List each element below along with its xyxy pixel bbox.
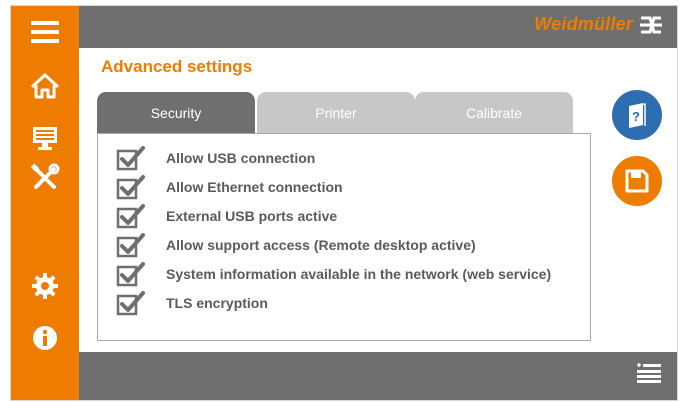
security-panel: Allow USB connection Allow Ethernet conn… — [97, 133, 591, 341]
tools-icon — [30, 163, 60, 189]
menu-button[interactable] — [11, 10, 79, 54]
tab-security[interactable]: Security — [97, 92, 255, 133]
help-icon: ? — [629, 103, 646, 128]
home-button[interactable] — [11, 64, 79, 108]
save-button[interactable] — [612, 156, 662, 206]
menu-icon — [31, 21, 59, 43]
bottom-bar — [79, 352, 677, 400]
option-label: Allow support access (Remote desktop act… — [166, 236, 476, 253]
checkbox-checked-icon[interactable] — [116, 145, 146, 171]
top-bar: Weidmüller — [79, 6, 677, 48]
option-row-support-access[interactable]: Allow support access (Remote desktop act… — [116, 230, 476, 259]
brand-name: Weidmüller — [534, 14, 633, 34]
settings-button[interactable] — [11, 264, 79, 308]
option-row-system-info[interactable]: System information available in the netw… — [116, 259, 551, 288]
checkbox-checked-icon[interactable] — [116, 174, 146, 200]
info-icon — [33, 326, 57, 350]
save-icon — [625, 169, 649, 193]
page-title: Advanced settings — [101, 57, 253, 76]
list-button[interactable] — [637, 362, 661, 389]
tab-calibrate[interactable]: Calibrate — [415, 92, 573, 133]
tools-button[interactable] — [11, 156, 79, 200]
checkbox-checked-icon[interactable] — [116, 203, 146, 229]
option-row-usb-ports[interactable]: External USB ports active — [116, 201, 337, 230]
option-row-tls[interactable]: TLS encryption — [116, 288, 268, 317]
option-row-ethernet[interactable]: Allow Ethernet connection — [116, 172, 343, 201]
checkbox-checked-icon[interactable] — [116, 261, 146, 287]
option-row-usb[interactable]: Allow USB connection — [116, 143, 315, 172]
option-label: External USB ports active — [166, 207, 338, 224]
gear-icon — [32, 273, 58, 299]
checkbox-checked-icon[interactable] — [116, 290, 146, 316]
app-window: Weidmüller Advanced settings Security Pr… — [10, 5, 678, 401]
help-button[interactable]: ? — [612, 90, 662, 140]
monitor-button[interactable] — [11, 116, 79, 160]
option-label: Allow Ethernet connection — [166, 178, 343, 195]
sidebar — [11, 6, 79, 400]
info-button[interactable] — [11, 316, 79, 360]
brand-logo: Weidmüller — [534, 14, 663, 35]
tab-bar: Security Printer Calibrate — [97, 92, 573, 133]
checkbox-checked-icon[interactable] — [116, 232, 146, 258]
list-icon — [637, 363, 661, 383]
home-icon — [31, 73, 59, 99]
monitor-icon — [33, 127, 57, 150]
option-label: System information available in the netw… — [166, 265, 552, 282]
option-label: TLS encryption — [166, 294, 268, 311]
brand-mark-icon — [640, 16, 662, 33]
svg-text:?: ? — [632, 109, 640, 124]
option-label: Allow USB connection — [166, 149, 316, 166]
tab-printer[interactable]: Printer — [257, 92, 415, 133]
